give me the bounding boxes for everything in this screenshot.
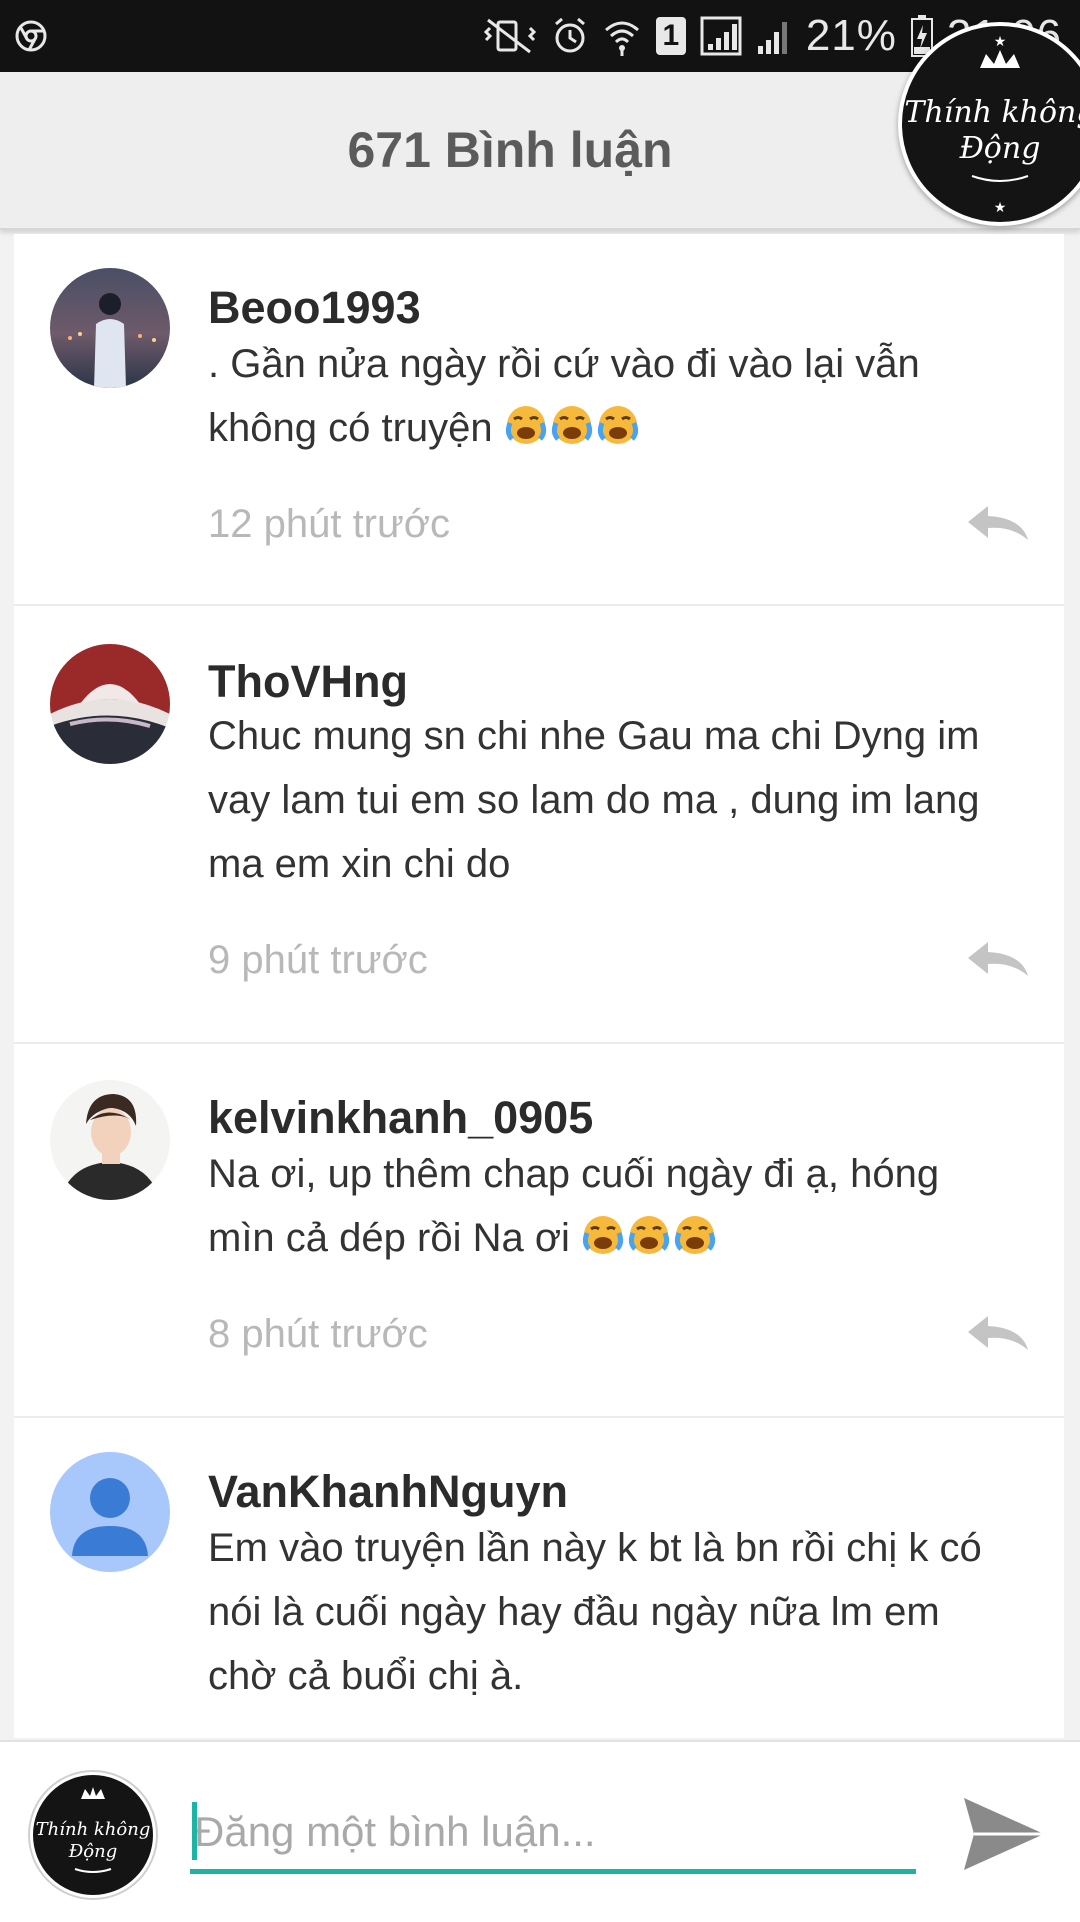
comment-composer: Thính không Động — [0, 1740, 1080, 1922]
alarm-icon — [552, 16, 588, 56]
send-icon — [964, 1798, 1044, 1870]
crying-emoji-icon — [581, 1212, 625, 1276]
chrome-icon — [14, 19, 48, 53]
logo-text-1: Thính không — [904, 95, 1080, 130]
comment-text-line: Em vào truyện lần này k bt là bn rồi chị… — [208, 1526, 982, 1570]
comment-username[interactable]: ThoVHng — [208, 656, 408, 708]
mute-vibrate-icon — [482, 16, 538, 56]
comment-time: 9 phút trước — [208, 938, 428, 982]
comment-username[interactable]: VanKhanhNguyn — [208, 1466, 568, 1518]
comment-input[interactable] — [190, 1794, 916, 1874]
comment-item: Beoo1993 . Gần nửa ngày rồi cứ vào đi và… — [14, 234, 1064, 606]
reply-icon[interactable] — [966, 940, 1030, 980]
comment-item: ThoVHng Chuc mung sn chi nhe Gau ma chi … — [14, 606, 1064, 1044]
comment-username[interactable]: kelvinkhanh_0905 — [208, 1092, 593, 1144]
crying-emoji-icon — [504, 402, 548, 466]
svg-text:★: ★ — [994, 33, 1007, 49]
comment-text: Na ơi, up thêm chap cuối ngày đi ạ, hóng… — [208, 1142, 1048, 1276]
comment-time: 12 phút trước — [208, 502, 451, 546]
crying-emoji-icon — [550, 402, 594, 466]
comment-text-line: ma em xin chi do — [208, 842, 511, 886]
comment-text: Em vào truyện lần này k bt là bn rồi chị… — [208, 1516, 1048, 1708]
comment-text-line: nói là cuối ngày hay đầu ngày nữa lm em — [208, 1590, 940, 1634]
comment-username[interactable]: Beoo1993 — [208, 282, 421, 334]
comment-text-line-part: mìn cả dép rồi Na ơi — [208, 1216, 570, 1260]
avatar-logo-text-1: Thính không — [36, 1819, 151, 1840]
reply-icon[interactable] — [966, 504, 1030, 544]
comment-item: kelvinkhanh_0905 Na ơi, up thêm chap cuố… — [14, 1044, 1064, 1418]
crying-emoji-icon — [673, 1212, 717, 1276]
page-title: 671 Bình luận — [347, 122, 673, 178]
comment-text-line-part: không có truyện — [208, 406, 493, 450]
comment-time: 8 phút trước — [208, 1312, 428, 1356]
comment-text-line: chờ cả buổi chị à. — [208, 1654, 524, 1698]
comment-text: . Gần nửa ngày rồi cứ vào đi vào lại vẫn… — [208, 332, 1048, 466]
comment-text-line: mìn cả dép rồi Na ơi — [208, 1206, 1048, 1276]
comment-item: VanKhanhNguyn Em vào truyện lần này k bt… — [14, 1418, 1064, 1738]
comment-text-line: Chuc mung sn chi nhe Gau ma chi Dyng im — [208, 714, 980, 758]
comment-text: Chuc mung sn chi nhe Gau ma chi Dyng im … — [208, 704, 1048, 896]
comment-list[interactable]: Beoo1993 . Gần nửa ngày rồi cứ vào đi và… — [14, 234, 1064, 1738]
avatar[interactable] — [50, 268, 170, 388]
reply-icon[interactable] — [966, 1314, 1030, 1354]
send-button[interactable] — [960, 1794, 1048, 1874]
avatar[interactable] — [50, 1080, 170, 1200]
comment-text-line: vay lam tui em so lam do ma , dung im la… — [208, 778, 980, 822]
crying-emoji-icon — [627, 1212, 671, 1276]
avatar[interactable] — [50, 1452, 170, 1572]
crying-emoji-icon — [596, 402, 640, 466]
battery-percentage: 21% — [805, 11, 897, 60]
comment-text-line: không có truyện — [208, 396, 1048, 466]
text-cursor — [192, 1802, 197, 1860]
sim-icon: 1 — [655, 17, 686, 55]
signal-icon — [700, 16, 742, 56]
logo-text-2: Động — [959, 131, 1041, 166]
svg-text:★: ★ — [994, 199, 1007, 215]
comment-text-line: . Gần nửa ngày rồi cứ vào đi vào lại vẫn — [208, 342, 920, 386]
avatar-logo-text-2: Động — [68, 1841, 117, 1862]
wifi-icon — [602, 16, 642, 56]
user-avatar[interactable]: Thính không Động — [30, 1772, 156, 1898]
signal-icon — [756, 16, 792, 56]
comment-text-line: Na ơi, up thêm chap cuối ngày đi ạ, hóng — [208, 1152, 940, 1196]
avatar[interactable] — [50, 644, 170, 764]
